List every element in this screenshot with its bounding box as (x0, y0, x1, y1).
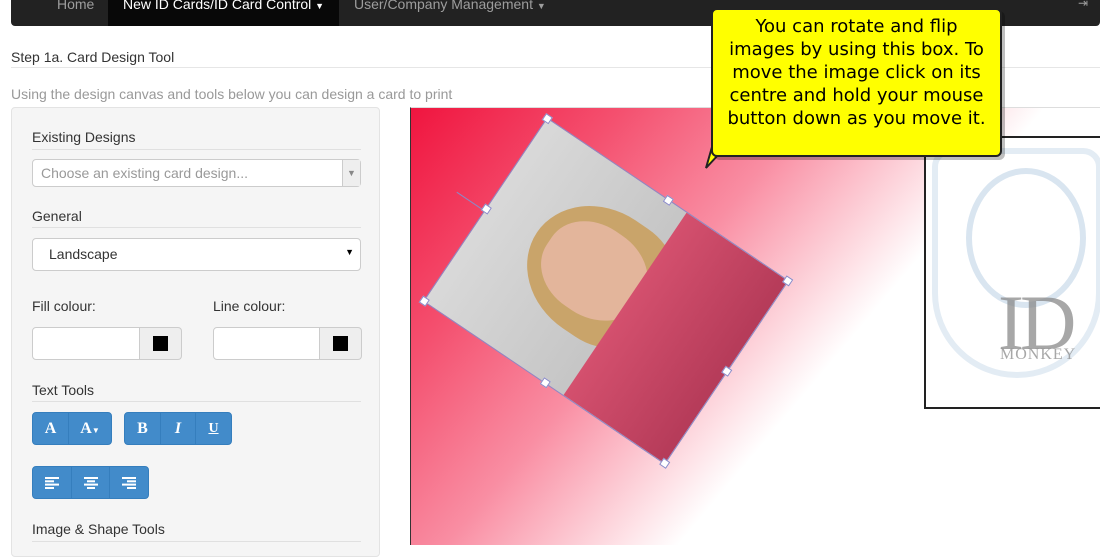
existing-design-placeholder: Choose an existing card design... (41, 165, 249, 181)
logout-icon[interactable]: ⇥ (1078, 0, 1088, 10)
bold-label: B (137, 420, 148, 437)
rotated-photo[interactable] (418, 113, 794, 469)
page-title: Step 1a. Card Design Tool (11, 49, 175, 65)
text-style-group: B I U (124, 412, 232, 445)
line-colour-input[interactable] (213, 327, 320, 360)
orientation-select[interactable]: Landscape ▼ (32, 238, 361, 271)
nav-home[interactable]: Home (11, 0, 107, 26)
font-size-up-label: A (44, 420, 57, 437)
nav-user-company[interactable]: User/Company Management ▼ (354, 0, 574, 26)
font-size-group: A A▼ (32, 412, 112, 445)
italic-button[interactable]: I (160, 412, 196, 445)
chevron-down-icon: ▼ (345, 247, 354, 257)
align-center-icon (83, 477, 98, 489)
nav-home-label: Home (57, 0, 95, 12)
font-size-up-button[interactable]: A (32, 412, 69, 445)
callout-text: You can rotate and flip images by using … (727, 16, 986, 129)
logo-text-monkey: MONKEY (1000, 346, 1077, 363)
italic-label: I (174, 420, 182, 437)
align-left-icon (45, 477, 59, 489)
divider (32, 149, 361, 150)
caret-down-icon: ▼ (536, 1, 546, 11)
logo-image[interactable]: ID MONKEY (924, 136, 1100, 409)
bold-button[interactable]: B (124, 412, 161, 445)
underline-button[interactable]: U (195, 412, 232, 445)
chevron-down-icon[interactable]: ▼ (342, 160, 360, 186)
divider (32, 227, 361, 228)
align-left-button[interactable] (32, 466, 72, 499)
caret-down-icon: ▼ (315, 1, 325, 11)
align-center-button[interactable] (71, 466, 110, 499)
tools-sidebar: Existing Designs Choose an existing card… (11, 107, 380, 557)
orientation-value: Landscape (49, 246, 118, 262)
line-colour-label: Line colour: (213, 298, 286, 314)
align-right-button[interactable] (109, 466, 149, 499)
fill-colour-swatch (153, 336, 168, 351)
line-colour-swatch (333, 336, 348, 351)
fill-colour-label: Fill colour: (32, 298, 96, 314)
align-group (32, 466, 149, 499)
divider (32, 401, 361, 402)
general-label: General (32, 208, 82, 224)
intro-text: Using the design canvas and tools below … (11, 86, 453, 102)
help-callout: You can rotate and flip images by using … (711, 8, 1002, 157)
nav-id-cards-label: New ID Cards/ID Card Control (123, 0, 312, 12)
fill-colour-input[interactable] (32, 327, 140, 360)
design-canvas[interactable]: ID MONKEY (410, 107, 1100, 545)
existing-designs-label: Existing Designs (32, 129, 136, 145)
align-right-icon (122, 477, 136, 489)
image-shape-tools-label: Image & Shape Tools (32, 521, 165, 537)
nav-id-cards[interactable]: New ID Cards/ID Card Control ▼ (108, 0, 339, 26)
underline-label: U (208, 421, 219, 436)
existing-design-select[interactable]: Choose an existing card design... ▼ (32, 159, 361, 187)
font-size-dropdown-button[interactable]: A▼ (68, 412, 112, 445)
divider (32, 541, 361, 542)
rotate-handle[interactable] (456, 191, 482, 210)
font-size-down-label: A (80, 420, 92, 437)
fill-colour-swatch-button[interactable] (140, 327, 182, 360)
text-tools-label: Text Tools (32, 382, 94, 398)
line-colour-swatch-button[interactable] (320, 327, 362, 360)
caret-down-icon: ▼ (91, 426, 100, 435)
nav-user-company-label: User/Company Management (354, 0, 533, 12)
